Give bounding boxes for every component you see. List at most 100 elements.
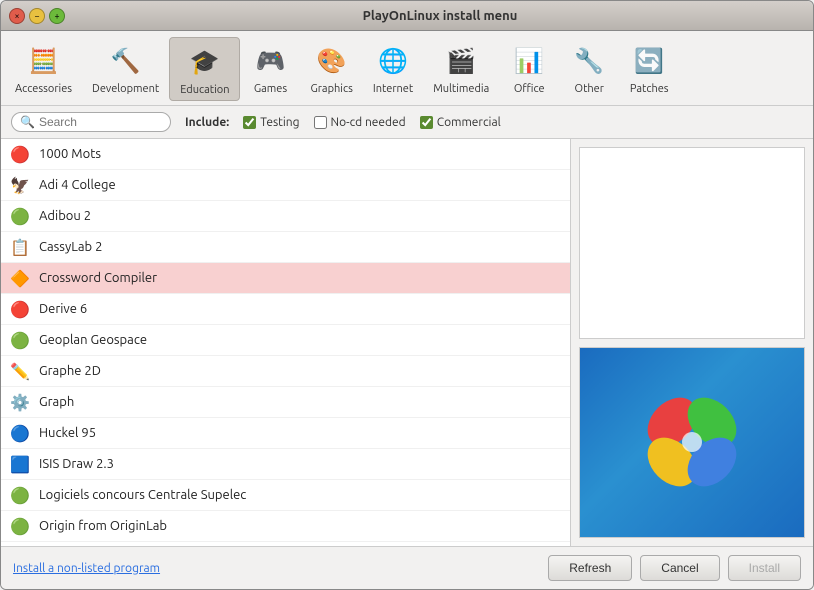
app-list: 🔴1000 Mots🦅Adi 4 College🟢Adibou 2📋CassyL… xyxy=(1,139,570,546)
category-item-multimedia[interactable]: 🎬 Multimedia xyxy=(423,37,499,101)
list-item[interactable]: 🟦 ISIS Draw 2.3 xyxy=(1,449,570,480)
main-window: × − + PlayOnLinux install menu 🧮Accessor… xyxy=(0,0,814,590)
app-name: Crossword Compiler xyxy=(39,271,157,285)
category-item-graphics[interactable]: 🎨 Graphics xyxy=(300,37,362,101)
app-list-container[interactable]: 🔴1000 Mots🦅Adi 4 College🟢Adibou 2📋CassyL… xyxy=(1,139,571,546)
multimedia-icon: 🎬 xyxy=(441,41,481,81)
list-item[interactable]: ✏️ Graphe 2D xyxy=(1,356,570,387)
app-icon: 📋 xyxy=(9,236,31,258)
app-icon: 🟦 xyxy=(9,453,31,475)
app-name: Huckel 95 xyxy=(39,426,96,440)
list-item[interactable]: ⚙️ Graph xyxy=(1,387,570,418)
include-label: Include: xyxy=(185,116,229,129)
list-item[interactable]: 🦅 Adi 4 College xyxy=(1,170,570,201)
main-area: 🔴1000 Mots🦅Adi 4 College🟢Adibou 2📋CassyL… xyxy=(1,139,813,546)
app-name: CassyLab 2 xyxy=(39,240,102,254)
minimize-button[interactable]: − xyxy=(29,8,45,24)
app-icon: 🟢 xyxy=(9,205,31,227)
list-item[interactable]: 📋 CassyLab 2 xyxy=(1,232,570,263)
list-item[interactable]: 🔴 Derive 6 xyxy=(1,294,570,325)
app-icon: 🔶 xyxy=(9,267,31,289)
testing-checkbox[interactable] xyxy=(243,116,256,129)
app-name: ISIS Draw 2.3 xyxy=(39,457,114,471)
category-item-internet[interactable]: 🌐 Internet xyxy=(363,37,423,101)
games-icon: 🎮 xyxy=(250,41,290,81)
nocd-checkbox[interactable] xyxy=(314,116,327,129)
bottom-buttons: Refresh Cancel Install xyxy=(548,555,801,581)
window-title: PlayOnLinux install menu xyxy=(75,9,805,23)
development-icon: 🔨 xyxy=(106,41,146,81)
category-label-patches: Patches xyxy=(630,83,669,95)
education-icon: 🎓 xyxy=(185,42,225,82)
search-input[interactable] xyxy=(39,115,169,129)
commercial-checkbox[interactable] xyxy=(420,116,433,129)
nocd-label: No-cd needed xyxy=(331,116,406,129)
category-label-multimedia: Multimedia xyxy=(433,83,489,95)
list-item[interactable]: 🟢Origin from OriginLab xyxy=(1,511,570,542)
bottom-bar: Install a non-listed program Refresh Can… xyxy=(1,546,813,589)
preview-image xyxy=(580,348,804,538)
category-item-patches[interactable]: 🔄 Patches xyxy=(619,37,679,101)
app-icon: ⚙️ xyxy=(9,391,31,413)
category-bar: 🧮Accessories🔨Development 🎓 Education 🎮 Games… xyxy=(1,31,813,106)
commercial-filter[interactable]: Commercial xyxy=(420,116,501,129)
internet-icon: 🌐 xyxy=(373,41,413,81)
nocd-filter[interactable]: No-cd needed xyxy=(314,116,406,129)
filter-bar: 🔍 Include: Testing No-cd needed Commerci… xyxy=(1,106,813,139)
list-item[interactable]: 🔵 Huckel 95 xyxy=(1,418,570,449)
close-button[interactable]: × xyxy=(9,8,25,24)
category-item-education[interactable]: 🎓 Education xyxy=(169,37,240,101)
app-name: Logiciels concours Centrale Supelec xyxy=(39,488,246,502)
app-name: Geoplan Geospace xyxy=(39,333,147,347)
app-name: Adi 4 College xyxy=(39,178,116,192)
category-item-other[interactable]: 🔧Other xyxy=(559,37,619,101)
commercial-label: Commercial xyxy=(437,116,501,129)
app-name: Graph xyxy=(39,395,74,409)
install-button[interactable]: Install xyxy=(728,555,801,581)
category-item-development[interactable]: 🔨Development xyxy=(82,37,169,101)
testing-label: Testing xyxy=(260,116,299,129)
app-name: Origin from OriginLab xyxy=(39,519,167,533)
search-icon: 🔍 xyxy=(20,115,35,129)
testing-filter[interactable]: Testing xyxy=(243,116,299,129)
cancel-button[interactable]: Cancel xyxy=(640,555,719,581)
category-label-education: Education xyxy=(180,84,229,96)
app-name: 1000 Mots xyxy=(39,147,101,161)
category-label-graphics: Graphics xyxy=(310,83,352,95)
app-icon: 🔴 xyxy=(9,298,31,320)
preview-panel xyxy=(571,139,813,546)
pol-logo xyxy=(627,377,757,507)
app-name: Derive 6 xyxy=(39,302,87,316)
refresh-button[interactable]: Refresh xyxy=(548,555,632,581)
list-item[interactable]: 🔶 Crossword Compiler xyxy=(1,263,570,294)
app-name: Graphe 2D xyxy=(39,364,101,378)
app-icon: 🟢 xyxy=(9,484,31,506)
search-box: 🔍 xyxy=(11,112,171,132)
maximize-button[interactable]: + xyxy=(49,8,65,24)
preview-bottom xyxy=(579,347,805,539)
app-name: Adibou 2 xyxy=(39,209,91,223)
preview-top xyxy=(579,147,805,339)
app-icon: 🔵 xyxy=(9,422,31,444)
category-item-office[interactable]: 📊 Office xyxy=(499,37,559,101)
list-item[interactable]: 🟢 Geoplan Geospace xyxy=(1,325,570,356)
patches-icon: 🔄 xyxy=(629,41,669,81)
category-label-games: Games xyxy=(254,83,287,95)
other-icon: 🔧 xyxy=(569,41,609,81)
app-icon: 🦅 xyxy=(9,174,31,196)
category-label-accessories: Accessories xyxy=(15,83,72,95)
app-icon: ✏️ xyxy=(9,360,31,382)
titlebar-buttons: × − + xyxy=(9,8,65,24)
category-label-internet: Internet xyxy=(373,83,413,95)
graphics-icon: 🎨 xyxy=(312,41,352,81)
list-item[interactable]: 🟢 Logiciels concours Centrale Supelec xyxy=(1,480,570,511)
category-label-office: Office xyxy=(514,83,545,95)
app-icon: 🟢 xyxy=(9,329,31,351)
category-item-games[interactable]: 🎮 Games xyxy=(240,37,300,101)
content-area: 🧮Accessories🔨Development 🎓 Education 🎮 Games… xyxy=(1,31,813,589)
list-item[interactable]: 🔴1000 Mots xyxy=(1,139,570,170)
install-nonlisted-link[interactable]: Install a non-listed program xyxy=(13,562,548,575)
office-icon: 📊 xyxy=(509,41,549,81)
category-item-accessories[interactable]: 🧮Accessories xyxy=(5,37,82,101)
list-item[interactable]: 🟢 Adibou 2 xyxy=(1,201,570,232)
